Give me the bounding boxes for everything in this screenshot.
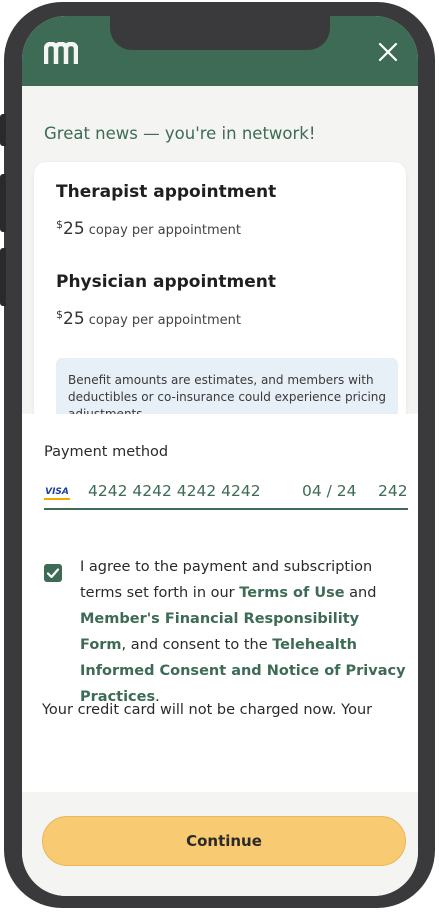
notch <box>110 16 330 50</box>
payment-method-label: Payment method <box>44 444 169 460</box>
agreement-text-part: and <box>344 585 377 601</box>
agreement-text-part: , and consent to the <box>121 637 273 653</box>
card-input-field[interactable]: VISA 4242 4242 4242 4242 04 / 24 242 <box>44 474 408 510</box>
terms-of-use-link[interactable]: Terms of Use <box>239 585 344 601</box>
footer-bar: Continue <box>22 792 418 896</box>
therapist-appointment-title: Therapist appointment <box>56 182 277 202</box>
copay-amount: 25 <box>63 309 85 329</box>
continue-button[interactable]: Continue <box>42 816 406 866</box>
currency-symbol: $ <box>56 218 63 231</box>
copay-suffix: copay per appointment <box>84 313 242 328</box>
phone-frame: Great news — you're in network! Therapis… <box>0 2 435 908</box>
mute-switch <box>0 114 6 146</box>
volume-up-button <box>0 174 6 232</box>
therapist-copay: $25 copay per appointment <box>56 218 241 239</box>
currency-symbol: $ <box>56 308 63 321</box>
brand-logo-icon <box>44 42 78 64</box>
in-network-message: Great news — you're in network! <box>44 124 316 143</box>
physician-appointment-title: Physician appointment <box>56 272 277 292</box>
close-icon[interactable] <box>376 40 400 64</box>
payment-section: Payment method VISA 4242 4242 4242 4242 … <box>22 414 418 814</box>
benefits-card: Therapist appointment $25 copay per appo… <box>34 162 406 452</box>
copay-amount: 25 <box>63 219 85 239</box>
volume-down-button <box>0 248 6 306</box>
charge-note: Your credit card will not be charged now… <box>42 702 373 718</box>
agreement-text: I agree to the payment and subscription … <box>80 554 406 710</box>
card-number-input[interactable]: 4242 4242 4242 4242 <box>88 482 261 500</box>
visa-card-icon: VISA <box>44 486 70 500</box>
phone-screen: Great news — you're in network! Therapis… <box>22 16 418 896</box>
agree-checkbox[interactable] <box>44 564 62 582</box>
copay-suffix: copay per appointment <box>84 223 242 238</box>
physician-copay: $25 copay per appointment <box>56 308 241 329</box>
card-expiry-input[interactable]: 04 / 24 <box>302 482 357 500</box>
card-cvc-input[interactable]: 242 <box>378 482 408 500</box>
checkmark-icon <box>46 568 60 579</box>
